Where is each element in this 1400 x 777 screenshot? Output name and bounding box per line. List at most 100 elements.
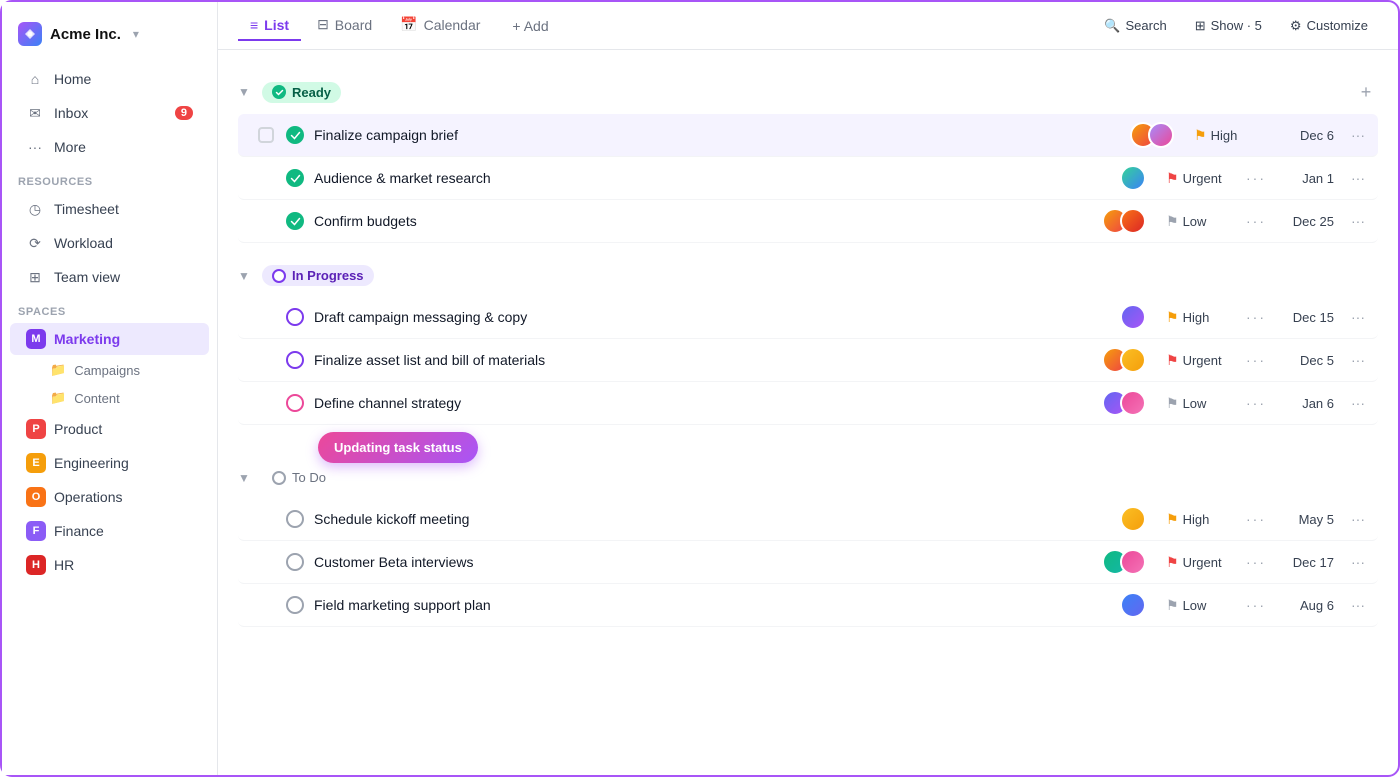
task-status-done[interactable] <box>286 169 304 187</box>
search-label: Search <box>1126 18 1167 33</box>
task-more-menu[interactable]: ··· <box>1346 511 1370 527</box>
chevron-todo[interactable]: ▼ <box>238 471 254 485</box>
priority-flag-urgent: ⚑ <box>1166 170 1179 187</box>
task-avatars <box>1120 165 1146 191</box>
sidebar-item-marketing[interactable]: M Marketing <box>10 323 209 355</box>
add-button[interactable]: + Add <box>500 12 560 40</box>
chevron-ready[interactable]: ▼ <box>238 85 254 99</box>
sidebar-item-inbox[interactable]: ✉ Inbox 9 <box>10 97 209 129</box>
sidebar-item-engineering[interactable]: E Engineering <box>10 447 209 479</box>
task-status-todo[interactable] <box>286 553 304 571</box>
task-checkbox[interactable] <box>258 127 274 143</box>
task-row[interactable]: Draft campaign messaging & copy ⚑ High ·… <box>238 296 1378 339</box>
group-header-todo: ▼ To Do <box>238 461 1378 494</box>
task-status-todo[interactable] <box>286 596 304 614</box>
hr-badge: H <box>26 555 46 575</box>
customize-button[interactable]: ⚙ Customize <box>1280 13 1378 39</box>
tab-board[interactable]: ⊟ Board <box>305 10 384 41</box>
task-row[interactable]: Audience & market research ⚑ Urgent ··· … <box>238 157 1378 200</box>
task-name: Finalize campaign brief <box>314 127 1130 143</box>
sidebar-item-hr[interactable]: H HR <box>10 549 209 581</box>
task-more-menu[interactable]: ··· <box>1346 309 1370 325</box>
task-name: Schedule kickoff meeting <box>314 511 1120 527</box>
task-status-in-progress[interactable] <box>286 351 304 369</box>
space-label: HR <box>54 557 74 573</box>
task-row[interactable]: Finalize asset list and bill of material… <box>238 339 1378 382</box>
priority-flag-low: ⚑ <box>1166 597 1179 614</box>
task-row[interactable]: Confirm budgets ⚑ Low ··· Dec 25 ··· <box>238 200 1378 243</box>
task-priority: ⚑ High <box>1166 309 1246 326</box>
chevron-in-progress[interactable]: ▼ <box>238 269 254 283</box>
task-more-menu[interactable]: ··· <box>1346 554 1370 570</box>
group-add-ready[interactable]: + <box>1354 80 1378 104</box>
priority-label: High <box>1183 310 1210 325</box>
group-badge-todo[interactable]: To Do <box>262 467 336 488</box>
task-status-todo[interactable] <box>286 510 304 528</box>
todo-dot <box>272 471 286 485</box>
task-dots: ··· <box>1246 309 1266 325</box>
sidebar-item-timesheet[interactable]: ◷ Timesheet <box>10 193 209 225</box>
sub-item-label: Content <box>74 391 120 406</box>
task-row[interactable]: Field marketing support plan ⚑ Low ··· A… <box>238 584 1378 627</box>
engineering-badge: E <box>26 453 46 473</box>
marketing-badge: M <box>26 329 46 349</box>
group-badge-in-progress[interactable]: In Progress <box>262 265 374 286</box>
avatar <box>1148 122 1174 148</box>
more-icon: ··· <box>26 138 44 156</box>
task-more-menu[interactable]: ··· <box>1346 395 1370 411</box>
show-button[interactable]: ⊞ Show · 5 <box>1185 13 1272 39</box>
sidebar-item-workload[interactable]: ⟳ Workload <box>10 227 209 259</box>
task-date: Dec 5 <box>1274 353 1334 368</box>
task-status-done[interactable] <box>286 126 304 144</box>
sidebar-item-label: Inbox <box>54 105 88 121</box>
task-date: Dec 25 <box>1274 214 1334 229</box>
task-row[interactable]: Define channel strategy ⚑ Low ··· Jan 6 … <box>238 382 1378 425</box>
tab-list[interactable]: ≡ List <box>238 11 301 41</box>
sidebar-item-label: Workload <box>54 235 113 251</box>
task-status-in-progress[interactable] <box>286 308 304 326</box>
task-name: Confirm budgets <box>314 213 1102 229</box>
task-row[interactable]: Schedule kickoff meeting ⚑ High ··· May … <box>238 498 1378 541</box>
task-priority: ⚑ Urgent <box>1166 170 1246 187</box>
task-more-menu[interactable]: ··· <box>1346 352 1370 368</box>
task-dots: ··· <box>1246 395 1266 411</box>
task-more-menu[interactable]: ··· <box>1346 170 1370 186</box>
tab-label: Calendar <box>424 17 481 33</box>
task-avatars <box>1120 304 1146 330</box>
sidebar-item-operations[interactable]: O Operations <box>10 481 209 513</box>
priority-flag-low: ⚑ <box>1166 213 1179 230</box>
top-navigation: ≡ List ⊟ Board 📅 Calendar + Add 🔍 Search… <box>218 2 1398 50</box>
task-row[interactable]: Finalize campaign brief ⚑ High Dec 6 ··· <box>238 114 1378 157</box>
task-more-menu[interactable]: ··· <box>1346 213 1370 229</box>
sidebar-item-campaigns[interactable]: 📁 Campaigns <box>10 357 209 383</box>
avatar <box>1120 549 1146 575</box>
priority-label: Low <box>1183 396 1207 411</box>
avatar <box>1120 390 1146 416</box>
sidebar-item-more[interactable]: ··· More <box>10 131 209 163</box>
sidebar-item-product[interactable]: P Product <box>10 413 209 445</box>
search-button[interactable]: 🔍 Search <box>1094 13 1176 39</box>
tab-calendar[interactable]: 📅 Calendar <box>388 10 492 41</box>
show-label: Show · 5 <box>1211 18 1262 33</box>
task-dots: ··· <box>1246 213 1266 229</box>
task-date: Jan 6 <box>1274 396 1334 411</box>
sidebar-item-finance[interactable]: F Finance <box>10 515 209 547</box>
task-more-menu[interactable]: ··· <box>1346 597 1370 613</box>
task-more-menu[interactable]: ··· <box>1346 127 1370 143</box>
avatar <box>1120 304 1146 330</box>
group-badge-ready[interactable]: Ready <box>262 82 341 103</box>
sidebar-item-content[interactable]: 📁 Content <box>10 385 209 411</box>
task-name: Finalize asset list and bill of material… <box>314 352 1102 368</box>
app-logo[interactable]: Acme Inc. ▾ <box>2 14 217 62</box>
sidebar-item-home[interactable]: ⌂ Home <box>10 63 209 95</box>
sidebar-item-teamview[interactable]: ⊞ Team view <box>10 261 209 293</box>
tooltip-updating-task-status: Updating task status <box>318 432 478 463</box>
task-status-done[interactable] <box>286 212 304 230</box>
task-row[interactable]: Customer Beta interviews ⚑ Urgent ··· De… <box>238 541 1378 584</box>
task-status-in-progress[interactable] <box>286 394 304 412</box>
topnav-actions: 🔍 Search ⊞ Show · 5 ⚙ Customize <box>1094 13 1378 39</box>
sidebar-item-label: Timesheet <box>54 201 119 217</box>
task-name: Define channel strategy <box>314 395 1102 411</box>
sidebar: Acme Inc. ▾ ⌂ Home ✉ Inbox 9 ··· More Re… <box>2 2 218 775</box>
sidebar-item-label: More <box>54 139 86 155</box>
